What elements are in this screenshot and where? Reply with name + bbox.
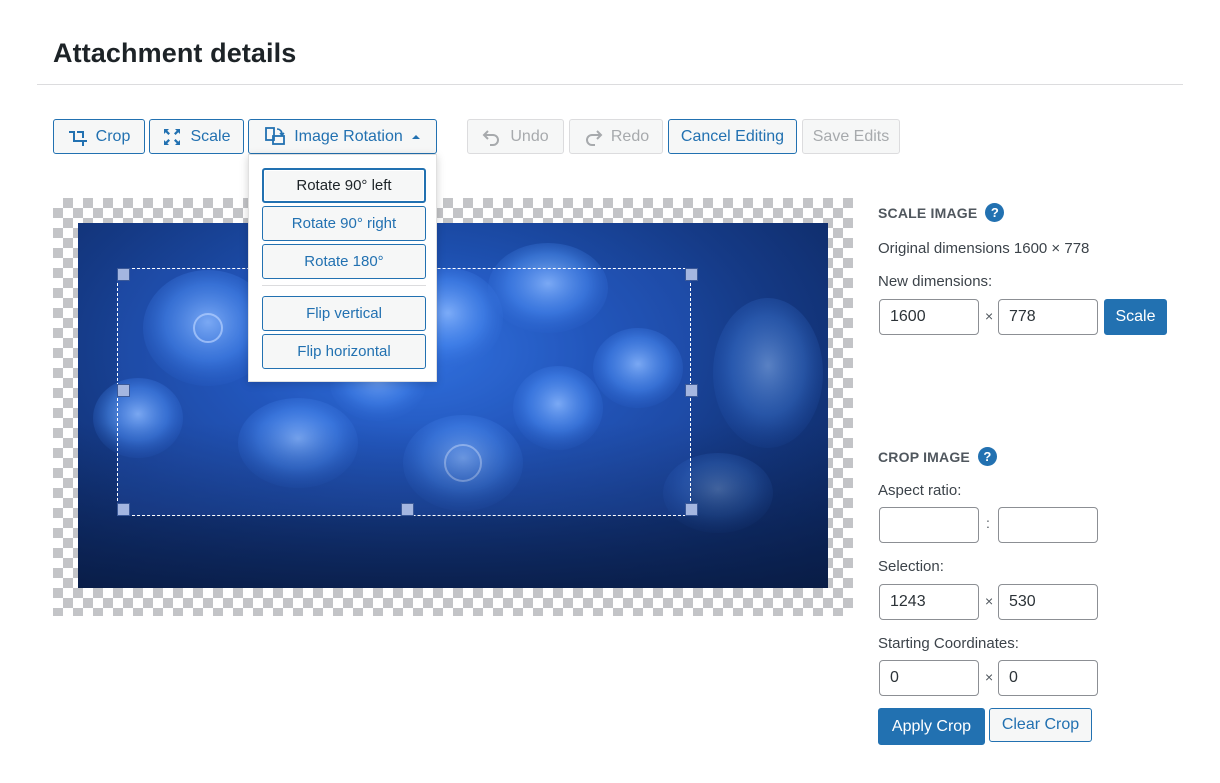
crop-icon — [68, 127, 88, 147]
scale-image-heading: SCALE IMAGE ? — [878, 203, 1005, 222]
clear-crop-button[interactable]: Clear Crop — [989, 708, 1092, 742]
scale-height-input[interactable]: 778 — [998, 299, 1098, 335]
menu-divider — [262, 285, 426, 286]
scale-button[interactable]: Scale — [149, 119, 244, 154]
undo-label: Undo — [510, 127, 549, 145]
original-dimensions: Original dimensions 1600 × 778 — [878, 240, 1090, 257]
crop-help-icon[interactable]: ? — [977, 447, 997, 466]
scale-button-label: Scale — [190, 127, 231, 145]
crop-handle-top-right[interactable] — [685, 268, 698, 281]
rotate-180-button[interactable]: Rotate 180° — [262, 244, 426, 279]
scale-times-separator: × — [985, 308, 994, 324]
selection-label: Selection: — [878, 558, 944, 575]
apply-crop-button[interactable]: Apply Crop — [878, 708, 985, 745]
new-dimensions-label: New dimensions: — [878, 273, 993, 290]
title-divider — [37, 84, 1183, 85]
page-title: Attachment details — [53, 38, 297, 68]
start-y-input[interactable]: 0 — [998, 660, 1098, 696]
crop-handle-bottom[interactable] — [401, 503, 414, 516]
crop-handle-top-left[interactable] — [117, 268, 130, 281]
crop-handle-right[interactable] — [685, 384, 698, 397]
rotation-icon — [264, 126, 286, 148]
aspect-ratio-label: Aspect ratio: — [878, 482, 962, 499]
aspect-height-input[interactable] — [998, 507, 1098, 543]
selection-width-input[interactable]: 1243 — [879, 584, 979, 620]
save-edits-button[interactable]: Save Edits — [802, 119, 900, 154]
crop-image-heading: CROP IMAGE ? — [878, 447, 997, 466]
flip-vertical-button[interactable]: Flip vertical — [262, 296, 426, 331]
redo-icon — [583, 128, 603, 146]
coords-times-separator: × — [985, 669, 994, 685]
scale-width-input[interactable]: 1600 — [879, 299, 979, 335]
redo-label: Redo — [610, 127, 650, 145]
scale-icon — [162, 127, 182, 147]
selection-times-separator: × — [985, 593, 994, 609]
image-rotation-button[interactable]: Image Rotation — [248, 119, 437, 154]
undo-button[interactable]: Undo — [467, 119, 564, 154]
aspect-width-input[interactable] — [879, 507, 979, 543]
caret-up-icon — [411, 133, 421, 141]
scale-image-heading-text: SCALE IMAGE — [878, 204, 978, 221]
scale-button-primary[interactable]: Scale — [1104, 299, 1167, 335]
rotate-left-button[interactable]: Rotate 90° left — [262, 168, 426, 203]
cancel-editing-button[interactable]: Cancel Editing — [668, 119, 797, 154]
scale-help-icon[interactable]: ? — [985, 203, 1005, 222]
image-rotation-label: Image Rotation — [294, 127, 403, 145]
start-x-input[interactable]: 0 — [879, 660, 979, 696]
crop-button[interactable]: Crop — [53, 119, 145, 154]
redo-button[interactable]: Redo — [569, 119, 663, 154]
crop-handle-bottom-left[interactable] — [117, 503, 130, 516]
selection-height-input[interactable]: 530 — [998, 584, 1098, 620]
crop-handle-left[interactable] — [117, 384, 130, 397]
starting-coordinates-label: Starting Coordinates: — [878, 635, 1019, 652]
undo-icon — [482, 128, 502, 146]
image-rotation-menu: Rotate 90° left Rotate 90° right Rotate … — [248, 154, 437, 382]
crop-image-heading-text: CROP IMAGE — [878, 448, 970, 465]
rotate-right-button[interactable]: Rotate 90° right — [262, 206, 426, 241]
crop-button-label: Crop — [95, 127, 131, 145]
flip-horizontal-button[interactable]: Flip horizontal — [262, 334, 426, 369]
crop-handle-bottom-right[interactable] — [685, 503, 698, 516]
aspect-colon-separator: : — [986, 515, 990, 531]
